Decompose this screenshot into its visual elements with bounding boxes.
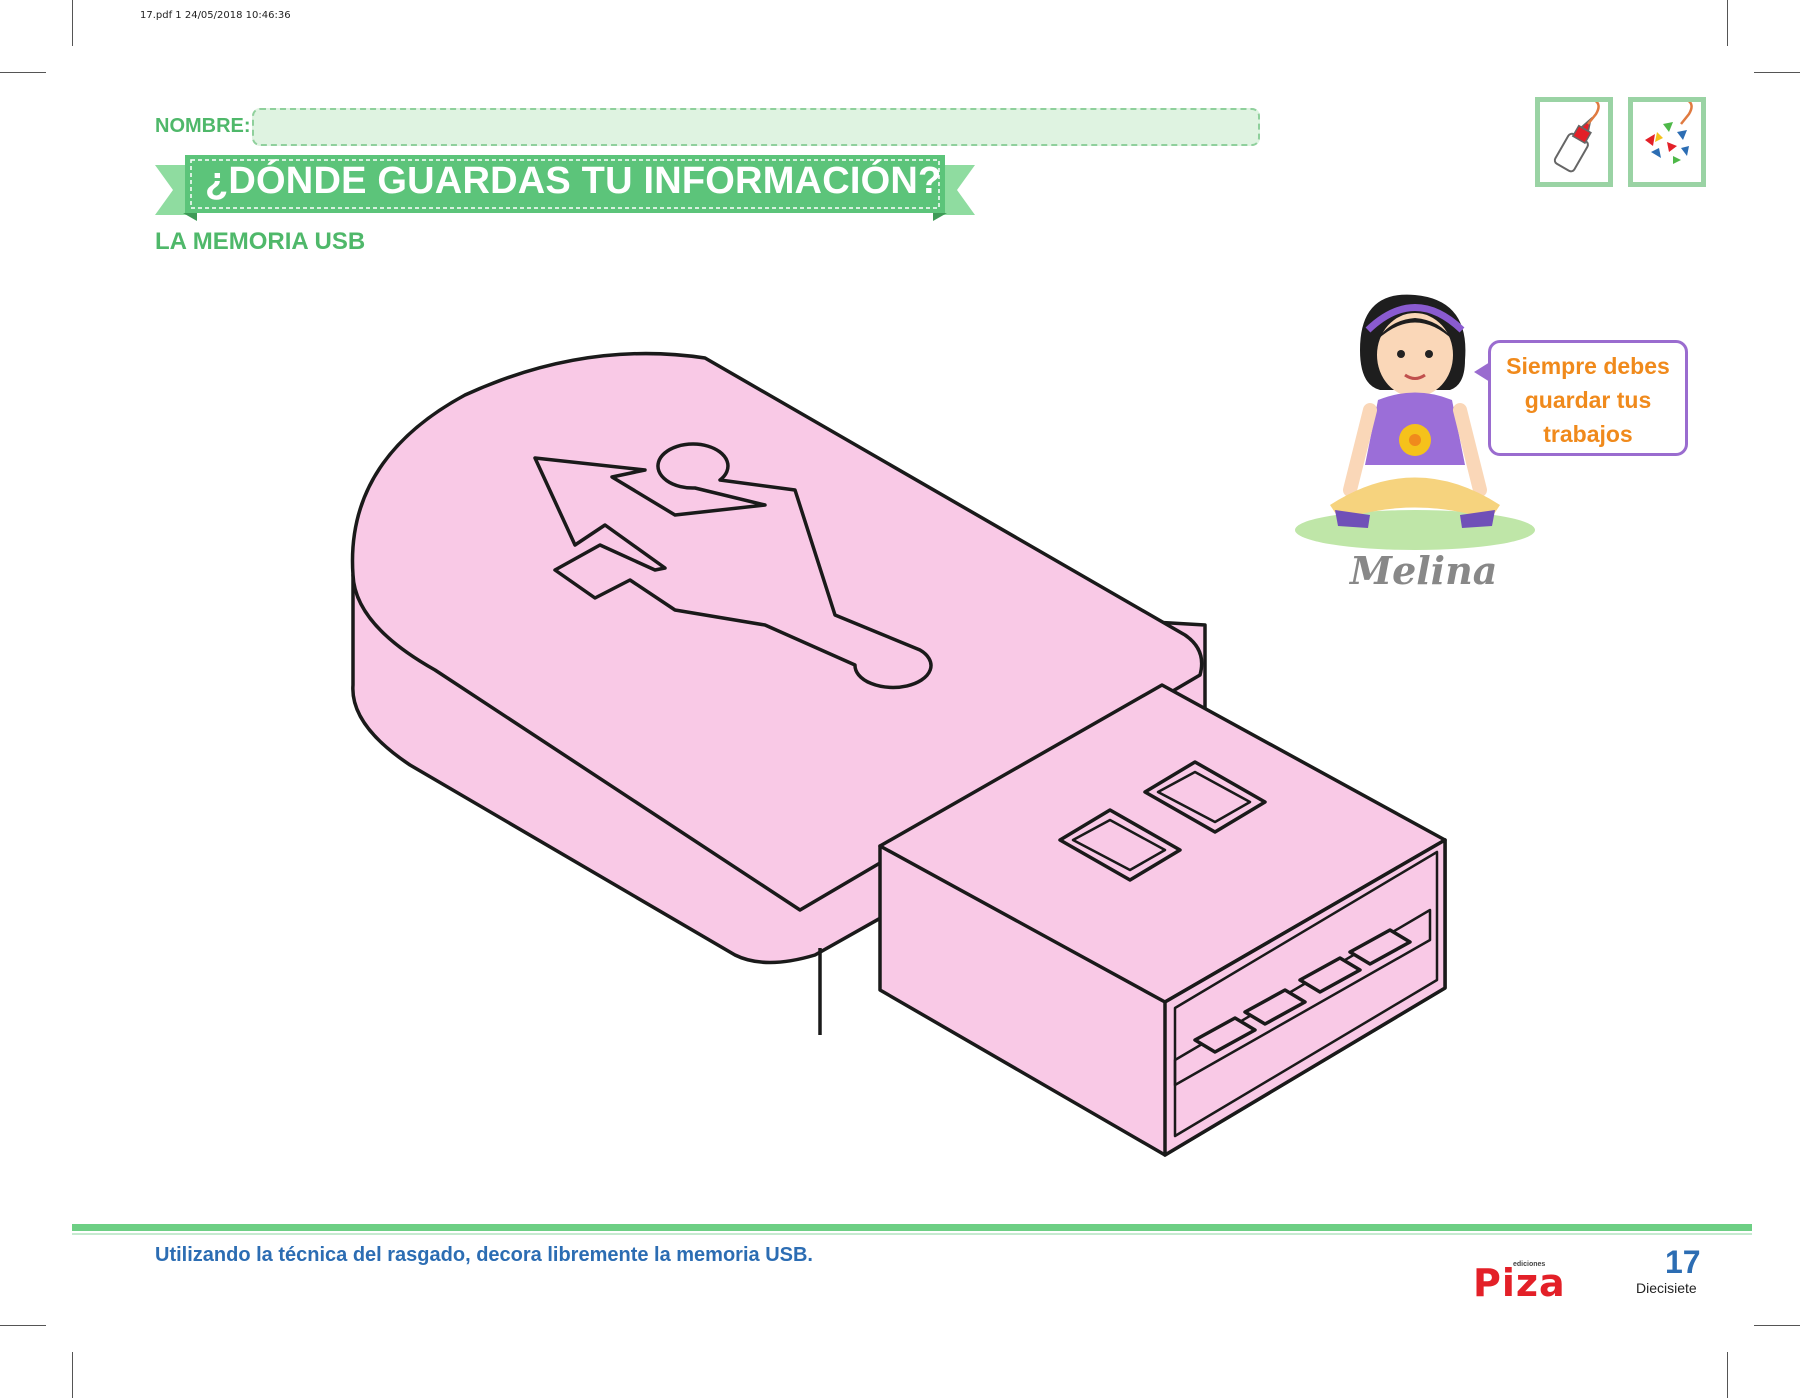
- activity-instruction: Utilizando la técnica del rasgado, decor…: [155, 1244, 813, 1266]
- page-title: ¿DÓNDE GUARDAS TU INFORMACIÓN?: [205, 160, 942, 202]
- crop-mark: [1727, 0, 1728, 46]
- footer-divider: [72, 1233, 1752, 1235]
- name-field[interactable]: [252, 108, 1260, 146]
- paper-pieces-icon: [1628, 97, 1706, 187]
- crop-mark: [72, 1352, 73, 1398]
- crop-mark: [1754, 1325, 1800, 1326]
- page-number-word: Diecisiete: [1636, 1280, 1697, 1296]
- page-subtitle: LA MEMORIA USB: [155, 228, 366, 255]
- page-number: 17: [1665, 1244, 1701, 1280]
- print-info: 17.pdf 1 24/05/2018 10:46:36: [140, 10, 291, 21]
- crop-mark: [0, 72, 46, 73]
- speech-line: Siempre debes: [1506, 353, 1670, 379]
- character-name: Melina: [1350, 548, 1498, 593]
- speech-line: trabajos: [1543, 421, 1633, 447]
- crop-mark: [0, 1325, 46, 1326]
- crop-mark: [1727, 1352, 1728, 1398]
- speech-bubble: Siempre debes guardar tus trabajos: [1488, 340, 1688, 456]
- footer-divider: [72, 1224, 1752, 1231]
- glue-bottle-icon: [1535, 97, 1613, 187]
- crop-mark: [72, 0, 73, 46]
- publisher-logo: Piza: [1473, 1261, 1566, 1305]
- name-label: NOMBRE:: [155, 115, 251, 137]
- speech-line: guardar tus: [1524, 387, 1652, 413]
- crop-mark: [1754, 72, 1800, 73]
- speech-text: Siempre debes guardar tus trabajos: [1491, 349, 1685, 451]
